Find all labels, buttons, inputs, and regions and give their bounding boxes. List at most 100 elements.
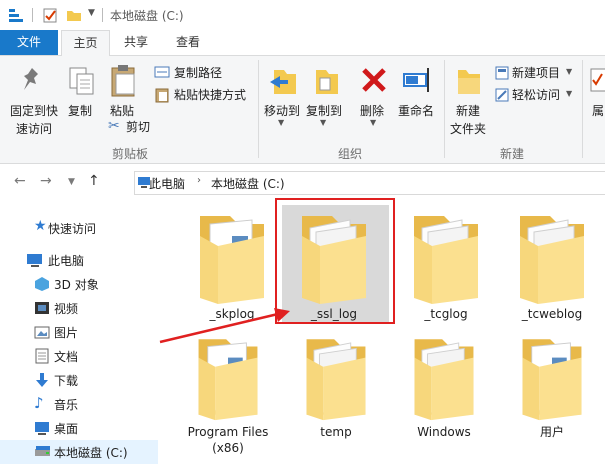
folder-tcweblog[interactable]: _tcweblog (502, 206, 602, 326)
annotation-arrow-icon (159, 308, 290, 344)
move-to-label: 移动到 (264, 104, 301, 118)
move-to-button[interactable]: 移动到 ▼ (262, 60, 302, 140)
folder-temp-label: temp (320, 425, 352, 439)
tab-file[interactable]: 文件 (0, 30, 58, 55)
new-folder-label-2: 文件夹 (450, 122, 487, 136)
properties-button[interactable]: 属 (588, 60, 605, 140)
copy-path-label: 复制路径 (174, 66, 223, 80)
easy-access-dropdown-icon: ▼ (566, 89, 573, 98)
drive-icon (35, 446, 50, 456)
nav-videos-label: 视频 (54, 302, 79, 316)
clipboard-group-label: 剪贴板 (111, 147, 148, 161)
cube-icon (35, 277, 49, 291)
move-to-icon (270, 70, 296, 94)
nav-downloads[interactable]: 下载 (0, 368, 158, 392)
breadcrumb-this-pc[interactable]: 此电脑 (149, 175, 185, 192)
tab-share[interactable]: 共享 (112, 30, 160, 55)
copy-path-icon (154, 66, 170, 78)
up-arrow-icon[interactable]: ↑ (88, 173, 100, 189)
nav-3d-objects[interactable]: 3D 对象 (0, 272, 158, 296)
window-title: 本地磁盘 (C:) (110, 9, 184, 23)
folder-users[interactable]: 用户 (502, 330, 602, 450)
folder-windows-label: Windows (417, 425, 471, 439)
nav-music-label: 音乐 (54, 398, 79, 412)
rename-label: 重命名 (398, 104, 435, 118)
explorer-icon[interactable] (8, 7, 24, 23)
address-bar[interactable]: › 此电脑 › 本地磁盘 (C:) (134, 171, 605, 195)
nav-quick-access-label: 快速访问 (48, 222, 97, 236)
new-folder-label-1: 新建 (456, 104, 481, 118)
nav-documents[interactable]: 文档 (0, 344, 158, 368)
copy-to-button[interactable]: 复制到 ▼ (304, 60, 344, 140)
navigation-pane: ★ 快速访问 此电脑 3D 对象 视频 图片 文档 下载 ♪ 音乐 桌面 本地磁… (0, 200, 158, 464)
copy-to-label: 复制到 (306, 104, 343, 118)
easy-access-button[interactable]: 轻松访问 ▼ (494, 86, 578, 104)
delete-label: 删除 (360, 104, 385, 118)
new-folder-quick-icon[interactable] (66, 7, 82, 23)
scissors-icon: ✂ (108, 118, 120, 134)
nav-pictures[interactable]: 图片 (0, 320, 158, 344)
delete-icon (362, 68, 386, 92)
folder-icon (502, 330, 602, 422)
recent-dropdown-icon[interactable]: ▼ (68, 177, 75, 187)
ribbon: 固定到快 速访问 复制 粘贴 复制路径 粘贴快捷方式 ✂ 剪切 剪贴板 移动到 … (0, 56, 605, 164)
nav-quick-access[interactable]: ★ 快速访问 (0, 216, 158, 240)
new-item-icon (495, 66, 509, 80)
new-folder-icon (458, 70, 480, 94)
nav-music[interactable]: ♪ 音乐 (0, 392, 158, 416)
new-folder-button[interactable]: 新建 文件夹 (448, 60, 490, 140)
easy-access-icon (495, 88, 509, 102)
cut-button[interactable]: ✂ 剪切 (108, 118, 158, 136)
forward-arrow-icon[interactable]: → (40, 173, 52, 189)
rename-button[interactable]: 重命名 (396, 60, 440, 140)
nav-pictures-label: 图片 (54, 326, 79, 340)
paste-shortcut-icon (155, 88, 169, 103)
tab-view[interactable]: 查看 (164, 30, 212, 55)
nav-this-pc[interactable]: 此电脑 (0, 248, 158, 272)
copy-path-button[interactable]: 复制路径 (154, 64, 254, 82)
folder-windows[interactable]: Windows (394, 330, 494, 450)
folder-icon (396, 206, 496, 306)
music-icon: ♪ (34, 394, 44, 412)
breadcrumb-local-disk[interactable]: 本地磁盘 (C:) (211, 175, 285, 192)
nav-local-disk-label: 本地磁盘 (C:) (54, 446, 128, 460)
paste-icon (111, 65, 135, 97)
video-icon (35, 302, 49, 314)
copy-icon (69, 67, 94, 95)
folder-tcweblog-label: _tcweblog (521, 307, 583, 321)
copy-to-icon (316, 70, 338, 94)
paste-label: 粘贴 (110, 104, 135, 118)
properties-label: 属 (592, 104, 605, 118)
pin-icon (24, 68, 38, 90)
new-item-dropdown-icon: ▼ (566, 67, 573, 76)
nav-videos[interactable]: 视频 (0, 296, 158, 320)
title-bar: ▼ 本地磁盘 (C:) (0, 0, 605, 30)
new-item-button[interactable]: 新建项目 ▼ (494, 64, 578, 82)
nav-desktop-label: 桌面 (54, 422, 79, 436)
chevron-right-icon[interactable]: › (197, 175, 201, 186)
download-icon (36, 373, 48, 387)
properties-large-icon (590, 68, 605, 92)
copy-button[interactable]: 复制 (64, 60, 100, 140)
pin-quick-access-button[interactable]: 固定到快 速访问 (4, 60, 60, 140)
tab-home[interactable]: 主页 (61, 30, 110, 56)
new-item-label: 新建项目 (512, 66, 561, 80)
nav-local-disk-c[interactable]: 本地磁盘 (C:) (0, 440, 158, 464)
rename-icon (403, 68, 429, 92)
delete-button[interactable]: 删除 ▼ (356, 60, 392, 140)
folder-program-files-label-1: Program Files (187, 425, 269, 439)
folder-users-label: 用户 (539, 425, 564, 439)
properties-icon[interactable] (42, 7, 58, 23)
folder-icon (394, 330, 494, 422)
back-arrow-icon[interactable]: ← (14, 173, 26, 189)
nav-3d-objects-label: 3D 对象 (54, 278, 99, 292)
ribbon-tabs: 文件 主页 共享 查看 (0, 30, 605, 56)
document-icon (35, 348, 49, 364)
paste-shortcut-button[interactable]: 粘贴快捷方式 (154, 86, 254, 104)
easy-access-label: 轻松访问 (512, 88, 561, 102)
pin-label-1: 固定到快 (10, 104, 59, 118)
nav-desktop[interactable]: 桌面 (0, 416, 158, 440)
qat-dropdown-icon[interactable]: ▼ (88, 8, 95, 18)
folder-tcglog[interactable]: _tcglog (396, 206, 496, 326)
cut-label: 剪切 (126, 120, 151, 134)
